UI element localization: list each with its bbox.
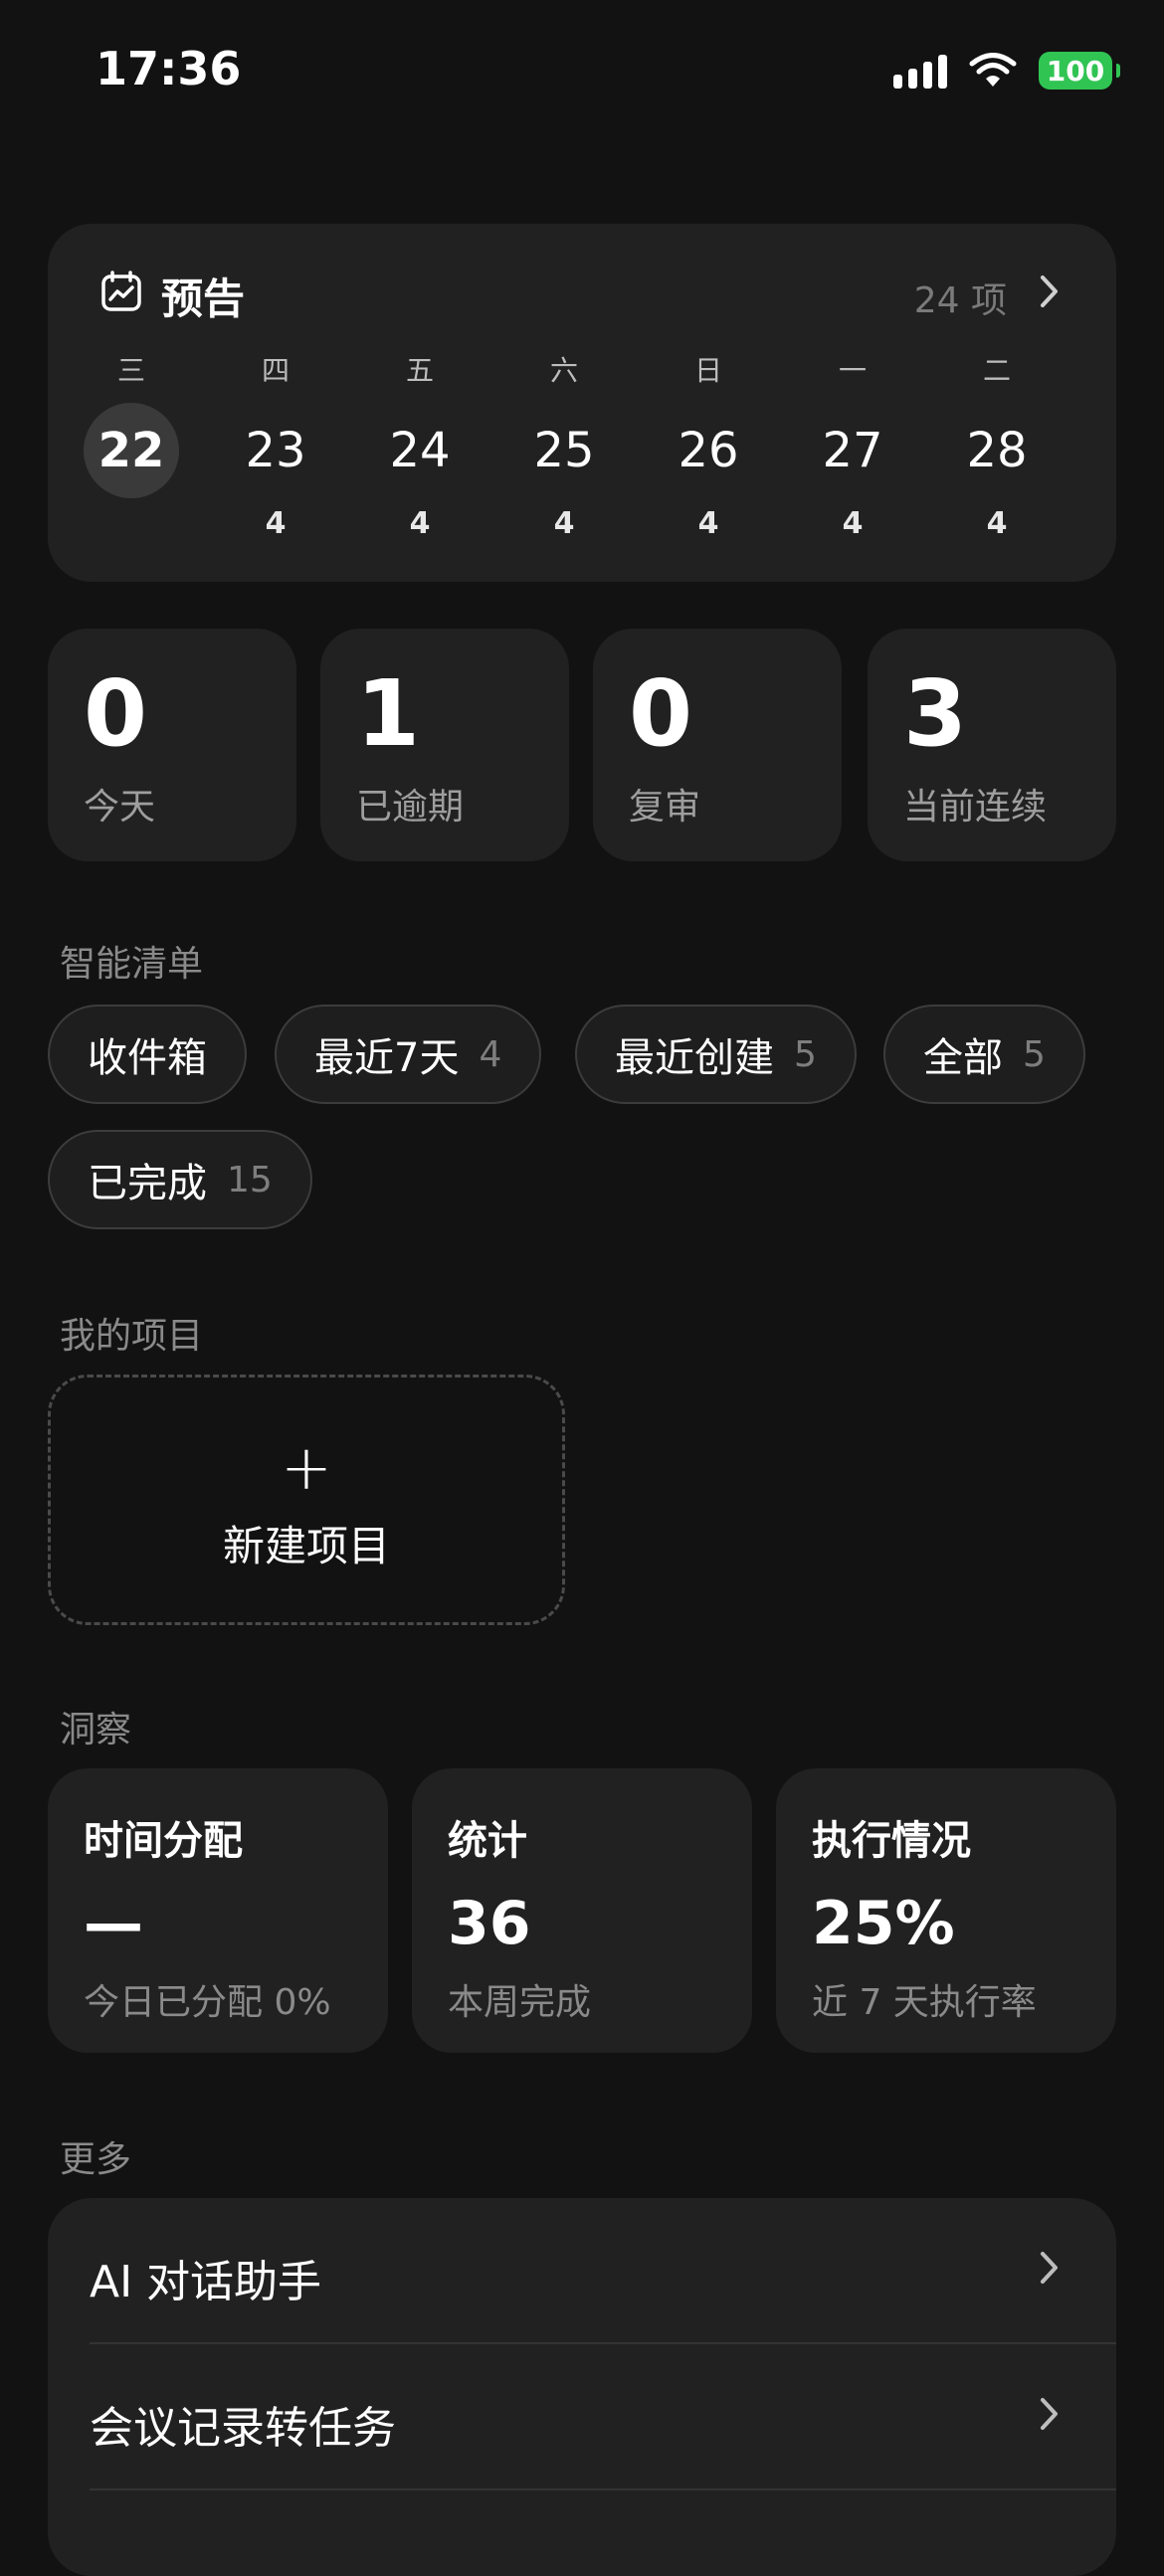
smart-list-chip[interactable]: 收件箱 [48,1005,247,1104]
stat-card[interactable]: 0 复审 [593,629,842,861]
more-list: AI 对话助手 会议记录转任务 [48,2198,1116,2576]
insight-value: 36 [448,1889,531,1958]
chip-label: 全部 [923,1035,1003,1081]
stat-card[interactable]: 1 已逾期 [320,629,569,861]
new-project-label: 新建项目 [222,1522,390,1570]
stat-card[interactable]: 0 今天 [48,629,296,861]
weekday-label: 日 [693,354,722,387]
stat-label: 当前连续 [903,787,1048,828]
forecast-title: 预告 [161,275,246,323]
stat-value: 0 [629,660,693,767]
insight-subtitle: 近 7 天执行率 [812,1982,1037,2023]
day-task-count: 4 [986,506,1008,541]
insight-card[interactable]: 统计 36 本周完成 [412,1768,752,2053]
insight-card[interactable]: 时间分配 — 今日已分配 0% [48,1768,388,2053]
more-item-ai-assistant[interactable]: AI 对话助手 [48,2198,1116,2343]
battery-icon: 100 [1039,52,1120,90]
smart-list-chip[interactable]: 最近7天 4 [275,1005,542,1104]
stat-label: 已逾期 [356,787,465,828]
day-task-count: 4 [842,506,864,541]
day-task-count: 4 [409,506,431,541]
forecast-card[interactable]: 预告 24 项 三 22 四 23 4 五 24 4 六 25 4 日 26 4 一 27 4 二 28 4 [48,224,1116,582]
cellular-signal-icon [893,53,947,89]
smart-list-chip[interactable]: 全部 5 [883,1005,1085,1104]
day-task-count [72,506,191,550]
stat-card[interactable]: 3 当前连续 [868,629,1116,861]
chip-label: 最近创建 [615,1035,774,1081]
forecast-days: 三 22 四 23 4 五 24 4 六 25 4 日 26 4 一 27 4 二 28 4 [72,351,1080,550]
date-number: 27 [822,423,883,478]
chevron-right-icon[interactable] [1037,274,1061,309]
chip-count: 15 [227,1159,273,1200]
insight-title: 执行情况 [812,1818,971,1864]
forecast-count: 24 项 [913,280,1007,321]
insight-card[interactable]: 执行情况 25% 近 7 天执行率 [776,1768,1116,2053]
status-icons: 100 [893,52,1120,90]
stat-label: 复审 [629,787,701,828]
insight-subtitle: 今日已分配 0% [84,1982,331,2023]
weekday-label: 四 [261,354,290,387]
forecast-day[interactable]: 一 27 4 [793,351,912,550]
chip-count: 4 [479,1033,502,1075]
day-task-count: 4 [697,506,719,541]
day-task-count: 4 [553,506,575,541]
status-time: 17:36 [96,42,242,95]
smart-lists-title: 智能清单 [60,944,204,985]
chip-label: 收件箱 [88,1035,207,1081]
plus-icon: + [281,1431,332,1504]
smart-list-chip[interactable]: 最近创建 5 [575,1005,857,1104]
insights-title: 洞察 [60,1710,132,1750]
forecast-day[interactable]: 五 24 4 [360,351,480,550]
smart-list-chip[interactable]: 已完成 15 [48,1130,312,1229]
forecast-day[interactable]: 四 23 4 [216,351,335,550]
forecast-day[interactable]: 六 25 4 [504,351,624,550]
divider [90,2488,1116,2490]
insight-value: 25% [812,1889,955,1958]
chevron-right-icon [1041,2252,1058,2284]
stat-value: 1 [356,660,421,767]
more-title: 更多 [60,2139,132,2180]
new-project-button[interactable]: + 新建项目 [48,1375,565,1625]
insight-title: 时间分配 [84,1818,243,1864]
forecast-day[interactable]: 三 22 [72,351,191,550]
stat-value: 3 [903,660,968,767]
weekday-label: 二 [982,354,1011,387]
status-bar: 17:36 100 [0,0,1164,149]
weekday-label: 六 [549,354,578,387]
weekday-label: 五 [405,354,434,387]
wifi-icon [969,53,1017,87]
more-item-label: AI 对话助手 [90,2257,322,2307]
date-number: 23 [245,423,306,478]
date-number: 28 [966,423,1028,478]
stat-label: 今天 [84,787,156,828]
chip-count: 5 [1023,1033,1046,1075]
weekday-label: 三 [116,354,145,387]
chevron-right-icon [1041,2398,1058,2430]
insight-value: — [84,1889,143,1958]
chip-label: 最近7天 [314,1035,460,1081]
date-number: 24 [389,423,451,478]
weekday-label: 一 [838,354,867,387]
stat-value: 0 [84,660,148,767]
more-item-label: 会议记录转任务 [90,2403,396,2454]
projects-title: 我的项目 [60,1316,204,1357]
chip-count: 5 [794,1033,817,1075]
forecast-day[interactable]: 二 28 4 [937,351,1057,550]
forecast-day[interactable]: 日 26 4 [649,351,768,550]
chip-label: 已完成 [88,1161,207,1206]
more-item-meeting-to-task[interactable]: 会议记录转任务 [48,2344,1116,2489]
insight-subtitle: 本周完成 [448,1982,592,2023]
calendar-chart-icon [101,271,141,311]
date-number: 26 [678,423,739,478]
day-task-count: 4 [265,506,287,541]
date-number: 25 [533,423,595,478]
date-number: 22 [84,403,179,498]
insight-title: 统计 [448,1818,527,1864]
